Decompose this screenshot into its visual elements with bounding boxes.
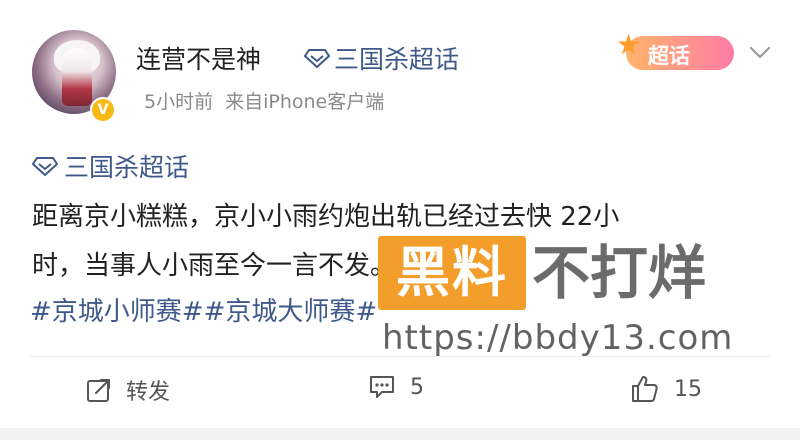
star-icon: ★ (616, 28, 642, 61)
weibo-post-card: V 连营不是神 三国杀超话 5小时前 来自iPhone客户端 ★ 超话 三国杀超话… (0, 0, 800, 428)
topic-link-label: 三国杀超话 (64, 153, 190, 182)
post-source: 来自iPhone客户端 (225, 91, 385, 113)
chevron-down-icon[interactable] (746, 38, 774, 66)
bottom-separator (0, 428, 800, 440)
header-topic-link[interactable]: 三国杀超话 (304, 40, 459, 76)
post-text-line-1: 距离京小糕糕，京小小雨约炮出轨已经过去快 22小 (32, 202, 620, 232)
topic-link[interactable]: 三国杀超话 (32, 148, 189, 184)
supertopic-badge-label: 超话 (648, 44, 690, 68)
comment-icon (370, 376, 394, 398)
post-meta: 5小时前 来自iPhone客户端 (144, 87, 384, 114)
supertopic-diamond-icon (32, 157, 58, 176)
supertopic-badge[interactable]: ★ 超话 (616, 28, 738, 74)
avatar-figure (62, 48, 92, 106)
repost-icon (87, 379, 110, 402)
supertopic-diamond-icon (304, 49, 330, 68)
hashtags[interactable]: #京城小师赛##京城大师赛# (30, 291, 377, 328)
like-button[interactable]: 15 (630, 374, 702, 404)
header-topic-label: 三国杀超话 (334, 45, 460, 74)
watermark-logo-box: 黑料 (378, 236, 526, 310)
post-timestamp: 5小时前 (144, 91, 214, 113)
post-text-line-2: 时，当事人小雨至今一言不发。 (32, 251, 397, 281)
repost-label: 转发 (126, 380, 171, 405)
comment-count: 5 (410, 374, 424, 400)
comment-button[interactable]: 5 (368, 374, 424, 400)
like-count: 15 (674, 376, 702, 402)
divider (30, 356, 770, 357)
repost-button[interactable]: 转发 (86, 374, 170, 406)
watermark-url: https://bbdy13.com (382, 318, 734, 358)
author-name[interactable]: 连营不是神 (136, 40, 261, 76)
thumbs-up-icon (632, 376, 658, 402)
watermark-text: 不打烊 (532, 239, 707, 307)
verified-badge-icon: V (90, 97, 116, 123)
